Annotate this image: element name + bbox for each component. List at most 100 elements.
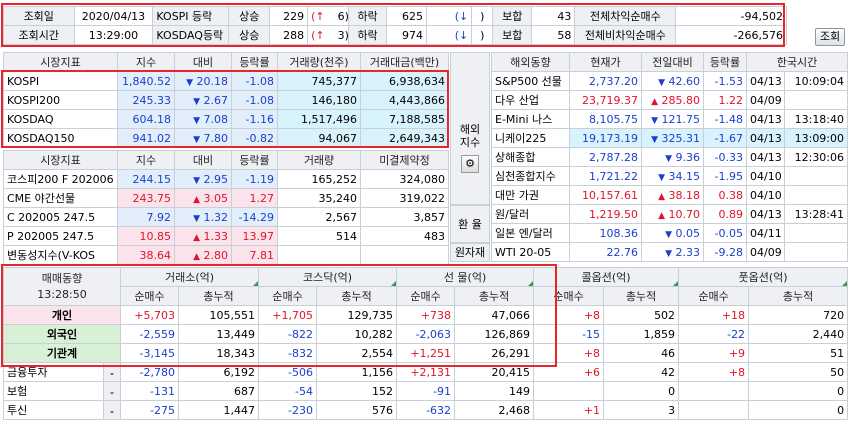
table-row[interactable]: 일본 엔/달러 108.36 ▼ 0.05 -0.05 04/11 xyxy=(491,223,849,243)
futures-total: 26,291 xyxy=(454,343,535,363)
kosdaq-flat-label: 보합 xyxy=(492,25,533,45)
down-arrow-icon: ▼ xyxy=(186,77,193,88)
chevron-down-icon[interactable]: ⌄ xyxy=(103,400,121,420)
kospi-up-label: 상승 xyxy=(228,6,271,26)
futures-total: 2,468 xyxy=(454,400,535,420)
index-value: 604.18 xyxy=(117,109,175,129)
table-row[interactable]: 기관계 -3,145 18,343 -832 2,554 +1,251 26,2… xyxy=(3,343,849,363)
kosdaq-net: -822 xyxy=(258,324,318,344)
commodity-tab[interactable]: 원자재 xyxy=(450,243,490,262)
investor-name: 보험 xyxy=(3,381,104,401)
table-row[interactable]: 투신 ⌄ -275 1,447 -230 576 -632 2,468 +1 3… xyxy=(3,400,849,420)
oi-value: 319,022 xyxy=(360,188,449,208)
sub-header-net: 순매수 xyxy=(533,286,605,306)
kospi-total: 105,551 xyxy=(177,305,260,325)
futures-net: +2,131 xyxy=(396,362,456,382)
gear-icon[interactable]: ⚙ xyxy=(461,155,479,173)
table-row[interactable]: 금융투자 ⌄ -2,780 6,192 -506 1,156 +2,131 20… xyxy=(3,362,849,382)
table-row[interactable]: KOSDAQ 604.18 ▼ 7.08 -1.16 1,517,496 7,1… xyxy=(3,109,449,129)
summary-bar: 조회일 2020/04/13 KOSPI 등락 상승 229 (↑ 6) 하락 6… xyxy=(3,6,787,45)
investor-name: 개인 xyxy=(3,305,121,325)
query-button[interactable]: 조회 xyxy=(815,28,845,46)
put-net: +18 xyxy=(678,305,750,325)
table-row[interactable]: KOSPI200 245.33 ▼ 2.67 -1.08 146,180 4,4… xyxy=(3,90,449,110)
time-value xyxy=(783,166,849,186)
fx-tab[interactable]: 환 율 xyxy=(450,205,490,243)
futures-name: C 202005 247.5 xyxy=(3,207,118,227)
market-name: KOSDAQ150 xyxy=(3,128,118,148)
table-row[interactable]: C 202005 247.5 7.92 ▼ 1.32 -14.29 2,567 … xyxy=(3,207,449,227)
table-row[interactable]: 심천종합지수 1,721.22 ▼ 34.15 -1.95 04/10 xyxy=(491,166,849,186)
rate-value: -1.48 xyxy=(703,109,747,129)
overseas-name: 일본 엔/달러 xyxy=(491,223,570,243)
chevron-down-icon[interactable]: ⌄ xyxy=(103,362,121,382)
put-total: 0 xyxy=(748,400,849,420)
table-row[interactable]: KOSPI 1,840.52 ▼ 20.18 -1.08 745,377 6,9… xyxy=(3,71,449,91)
table-row[interactable]: 코스피200 F 202006 244.15 ▼ 2.95 -1.19 165,… xyxy=(3,169,449,189)
table-row[interactable]: 외국인 -2,559 13,449 -822 10,282 -2,063 126… xyxy=(3,324,849,344)
put-net xyxy=(678,381,750,401)
sub-header-total: 총누적 xyxy=(748,286,849,306)
query-date-field[interactable]: 2020/04/13 xyxy=(73,6,154,26)
kosdaq-total: 10,282 xyxy=(316,324,398,344)
kosdaq-total: 576 xyxy=(316,400,398,420)
change-value: ▼ 7.80 xyxy=(174,128,232,148)
put-net: +9 xyxy=(678,343,750,363)
query-time-field[interactable]: 13:29:00 xyxy=(73,25,154,45)
table-row[interactable]: KOSDAQ150 941.02 ▼ 7.80 -0.82 94,067 2,6… xyxy=(3,128,449,148)
date-value: 04/11 xyxy=(746,223,785,243)
up-arrow-icon: ▲ xyxy=(193,232,200,243)
table-row[interactable]: 상해종합 2,787.28 ▼ 9.36 -0.33 04/13 12:30:0… xyxy=(491,147,849,167)
overseas-index-tab[interactable]: 해외 지수 ⚙ xyxy=(450,52,490,205)
table-row[interactable]: 다우 산업 23,719.37 ▲ 285.80 1.22 04/09 xyxy=(491,90,849,110)
call-net: +8 xyxy=(533,305,605,325)
table-row[interactable]: 대만 가권 10,157.61 ▲ 38.18 0.38 04/10 xyxy=(491,185,849,205)
col-header: 전일대비 xyxy=(641,52,704,72)
overseas-name: 심천종합지수 xyxy=(491,166,570,186)
change-value: ▲ 2.80 xyxy=(174,245,232,265)
time-value xyxy=(783,223,849,243)
table-row[interactable]: 니케이225 19,173.19 ▼ 325.31 -1.67 04/13 13… xyxy=(491,128,849,148)
table-row[interactable]: E-Mini 나스 8,105.75 ▼ 121.75 -1.48 04/13 … xyxy=(491,109,849,129)
table-row[interactable]: 변동성지수(V-KOS 38.64 ▲ 2.80 7.81 xyxy=(3,245,449,265)
col-header: 현재가 xyxy=(569,52,642,72)
table-row[interactable]: 보험 ⌄ -131 687 -54 152 -91 149 0 0 xyxy=(3,381,849,401)
change-value: ▼ 7.08 xyxy=(174,109,232,129)
kosdaq-total: 1,156 xyxy=(316,362,398,382)
futures-table: 시장지표 지수 대비 등락률 거래량 미결제약정 코스피200 F 202006… xyxy=(3,150,449,265)
put-total: 2,440 xyxy=(748,324,849,344)
oi-value: 3,857 xyxy=(360,207,449,227)
time-value xyxy=(783,185,849,205)
change-value: ▼ 2.33 xyxy=(641,242,704,262)
table-row[interactable]: P 202005 247.5 10.85 ▲ 1.33 13.97 514 48… xyxy=(3,226,449,246)
nonarb-value: -266,576 xyxy=(675,25,787,45)
change-value: ▼ 0.05 xyxy=(641,223,704,243)
index-value: 243.75 xyxy=(117,188,175,208)
rate-value: 0.89 xyxy=(703,204,747,224)
table-row[interactable]: CME 야간선물 243.75 ▲ 3.05 1.27 35,240 319,0… xyxy=(3,188,449,208)
change-value: ▲ 1.33 xyxy=(174,226,232,246)
time-value: 13:18:40 xyxy=(783,109,849,129)
overseas-table: 해외동향 현재가 전일대비 등락률 한국시간 S&P500 선물 2,737.2… xyxy=(491,52,849,262)
chevron-down-icon[interactable]: ⌄ xyxy=(103,381,121,401)
sub-header-total: 총누적 xyxy=(316,286,398,306)
time-value xyxy=(783,90,849,110)
date-value: 04/10 xyxy=(746,166,785,186)
table-row[interactable]: WTI 20-05 22.76 ▼ 2.33 -9.28 04/09 xyxy=(491,242,849,262)
kosdaq-total: 2,554 xyxy=(316,343,398,363)
kosdaq-down-label: 하락 xyxy=(348,25,387,45)
investor-name: 금융투자 xyxy=(3,362,104,382)
trade-time: 13:28:50 xyxy=(37,287,87,301)
table-row[interactable]: 개인 +5,703 105,551 +1,705 129,735 +738 47… xyxy=(3,305,849,325)
time-value: 13:09:00 xyxy=(783,128,849,148)
table-row[interactable]: 원/달러 1,219.50 ▲ 10.70 0.89 04/13 13:28:4… xyxy=(491,204,849,224)
down-arrow-icon: ▼ xyxy=(651,134,658,145)
overseas-index-label: 해외 지수 xyxy=(459,123,481,149)
futures-total: 20,415 xyxy=(454,362,535,382)
overseas-name: S&P500 선물 xyxy=(491,71,570,91)
query-date-label: 조회일 xyxy=(3,6,75,26)
futures-net: +1,251 xyxy=(396,343,456,363)
overseas-name: 원/달러 xyxy=(491,204,570,224)
table-row[interactable]: S&P500 선물 2,737.20 ▼ 42.60 -1.53 04/13 1… xyxy=(491,71,849,91)
rate-value: 7.81 xyxy=(231,245,278,265)
